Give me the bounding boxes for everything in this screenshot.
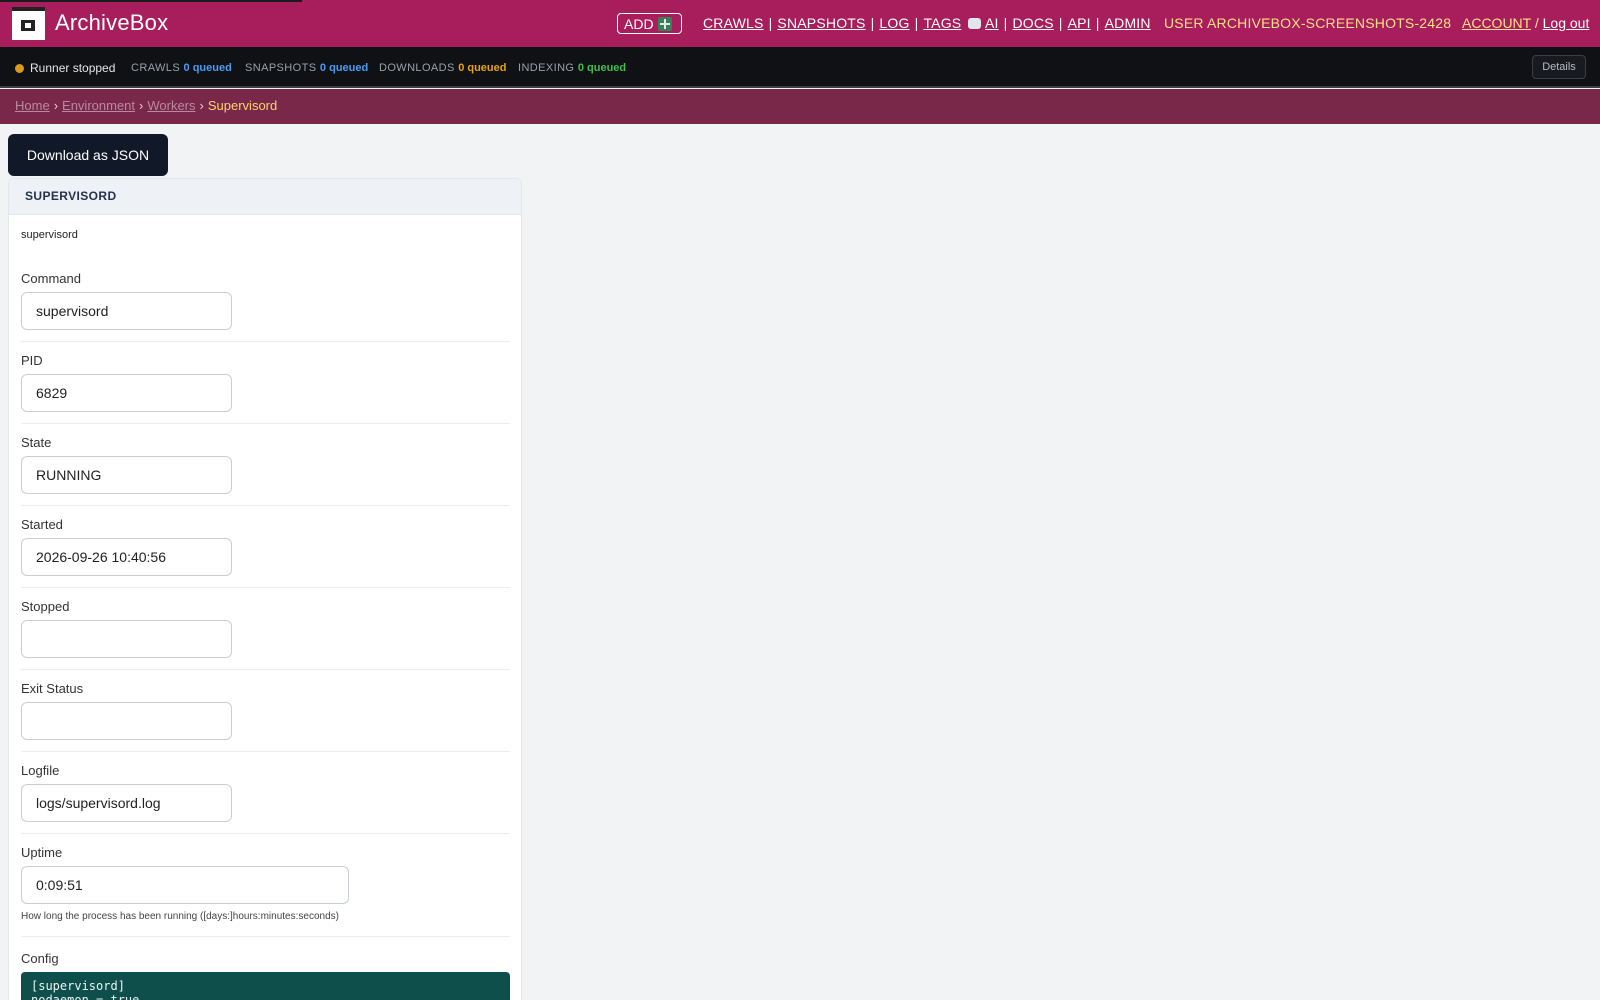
exit-status-field: Exit Status <box>21 681 510 752</box>
uptime-field: Uptime 0:09:51 How long the process has … <box>21 845 510 937</box>
account-link[interactable]: ACCOUNT <box>1462 15 1531 31</box>
logout-link[interactable]: Log out <box>1543 15 1590 31</box>
app-logo-link[interactable]: ArchiveBox <box>12 5 168 41</box>
command-input[interactable]: supervisord <box>21 292 232 330</box>
account-nav: ACCOUNT / Log out <box>1462 15 1589 31</box>
field-divider <box>21 341 510 342</box>
field-divider <box>21 587 510 588</box>
breadcrumb: Home › Environment › Workers › Supervisord <box>0 89 1600 124</box>
nav-tags-link[interactable]: TAGS <box>923 15 961 31</box>
field-divider <box>21 833 510 834</box>
exit-status-label: Exit Status <box>21 681 84 696</box>
uptime-input[interactable]: 0:09:51 <box>21 866 349 904</box>
uptime-help-text: How long the process has been running ([… <box>21 911 339 922</box>
started-label: Started <box>21 517 63 532</box>
archivebox-logo-icon <box>12 6 45 40</box>
nav-docs-link[interactable]: DOCS <box>1012 15 1053 31</box>
config-label: Config <box>21 951 59 966</box>
started-input[interactable]: 2026-09-26 10:40:56 <box>21 538 232 576</box>
command-label: Command <box>21 271 81 286</box>
top-header: ArchiveBox ADD CRAWLS | SNAPSHOTS | LOG | TAGS… <box>0 0 1600 47</box>
nav-api-link[interactable]: API <box>1068 15 1091 31</box>
download-json-button[interactable]: Download as JSON <box>8 134 168 176</box>
pid-field: PID 6829 <box>21 353 510 424</box>
breadcrumb-separator: › <box>53 98 59 113</box>
nav-ai-link[interactable]: AI <box>985 15 999 31</box>
account-separator: / <box>1534 15 1539 31</box>
field-divider <box>21 936 510 937</box>
logfile-field: Logfile logs/supervisord.log <box>21 763 510 834</box>
crawls-stat: CRAWLS 0 queued <box>131 62 232 74</box>
snapshots-stat: SNAPSHOTS 0 queued <box>245 62 368 74</box>
user-label: USER ARCHIVEBOX-SCREENSHOTS-2428 <box>1164 15 1452 31</box>
nav-crawls-link[interactable]: CRAWLS <box>703 15 764 31</box>
indexing-stat-label: INDEXING <box>518 62 575 74</box>
crawls-stat-label: CRAWLS <box>131 62 181 74</box>
crawls-stat-value: 0 queued <box>183 62 232 74</box>
field-divider <box>21 669 510 670</box>
loading-progress-bar <box>0 0 302 2</box>
breadcrumb-home-link[interactable]: Home <box>15 98 50 113</box>
breadcrumb-current: Supervisord <box>207 98 278 113</box>
command-field: Command supervisord <box>21 271 510 342</box>
runner-status-text: Runner stopped <box>30 61 116 75</box>
state-input[interactable]: RUNNING <box>21 456 232 494</box>
downloads-stat-label: DOWNLOADS <box>379 62 455 74</box>
stopped-label: Stopped <box>21 599 70 614</box>
downloads-stat: DOWNLOADS 0 queued <box>379 62 506 74</box>
pid-label: PID <box>21 353 43 368</box>
logfile-label: Logfile <box>21 763 60 778</box>
main-nav: CRAWLS | SNAPSHOTS | LOG | TAGS <box>703 15 962 31</box>
field-divider <box>21 505 510 506</box>
add-button-label: ADD <box>624 15 654 32</box>
details-button[interactable]: Details <box>1532 55 1586 79</box>
uptime-label: Uptime <box>21 845 63 860</box>
nav-snapshots-link[interactable]: SNAPSHOTS <box>777 15 865 31</box>
chat-bubble-icon <box>968 18 981 29</box>
breadcrumb-separator: › <box>139 98 144 113</box>
runner-status: Runner stopped <box>15 61 115 75</box>
exit-status-input[interactable] <box>21 702 232 740</box>
plus-icon <box>657 16 672 31</box>
nav-admin-link[interactable]: ADMIN <box>1105 15 1151 31</box>
card-title: SUPERVISORD <box>9 179 521 215</box>
config-textarea[interactable]: [supervisord] nodaemon = true <box>21 972 510 1000</box>
state-field: State RUNNING <box>21 435 510 506</box>
started-field: Started 2026-09-26 10:40:56 <box>21 517 510 588</box>
card-subtitle: supervisord <box>21 229 78 241</box>
add-button[interactable]: ADD <box>617 13 682 34</box>
indexing-stat-value: 0 queued <box>577 62 627 74</box>
worker-status-bar: Runner stopped CRAWLS 0 queued SNAPSHOTS… <box>0 47 1600 88</box>
breadcrumb-workers-link[interactable]: Workers <box>147 98 195 113</box>
logfile-input[interactable]: logs/supervisord.log <box>21 784 232 822</box>
process-detail-card: SUPERVISORD supervisord Command supervis… <box>8 178 522 1000</box>
field-divider <box>21 751 510 752</box>
runner-status-dot-icon <box>15 63 24 73</box>
state-label: State <box>21 435 52 450</box>
nav-log-link[interactable]: LOG <box>879 15 909 31</box>
pid-input[interactable]: 6829 <box>21 374 232 412</box>
snapshots-stat-value: 0 queued <box>319 62 369 74</box>
snapshots-stat-label: SNAPSHOTS <box>245 62 317 74</box>
breadcrumb-environment-link[interactable]: Environment <box>62 98 135 113</box>
app-title: ArchiveBox <box>55 10 169 35</box>
indexing-stat: INDEXING 0 queued <box>518 62 626 74</box>
tools-nav: AI | DOCS | API | ADMIN <box>968 15 1151 31</box>
stopped-input[interactable] <box>21 620 232 658</box>
breadcrumb-separator: › <box>199 98 204 113</box>
downloads-stat-value: 0 queued <box>458 62 507 74</box>
field-divider <box>21 423 510 424</box>
stopped-field: Stopped <box>21 599 510 670</box>
